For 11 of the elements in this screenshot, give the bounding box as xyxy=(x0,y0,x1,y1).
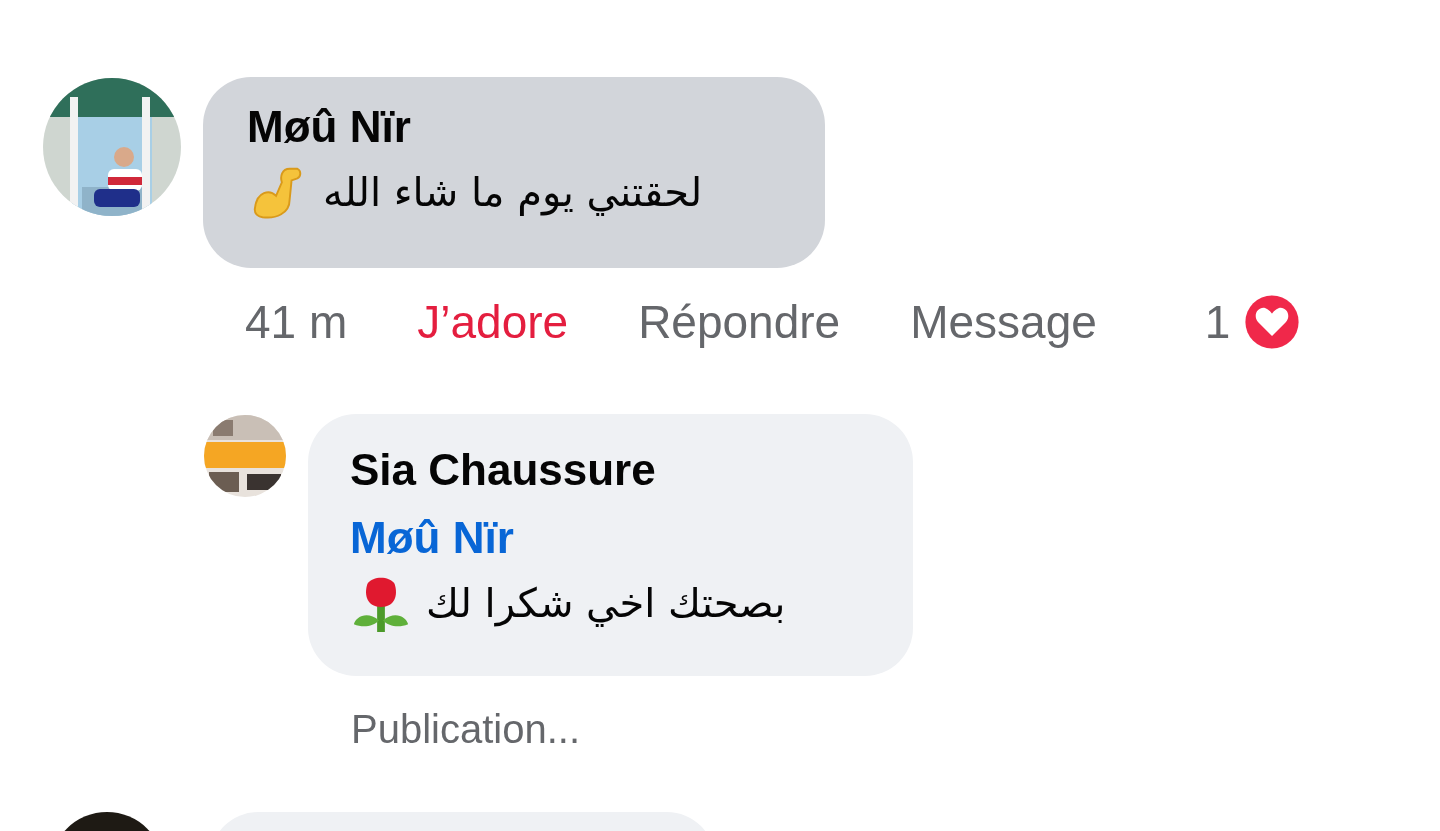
reply-text: بصحتك اخي شكرا لك xyxy=(426,579,786,629)
author-name[interactable]: Sia Chaussure xyxy=(350,442,656,498)
mention-link[interactable]: Møû Nïr xyxy=(350,510,514,566)
posting-status: Publication... xyxy=(351,706,582,753)
message-link[interactable]: Message xyxy=(910,292,1097,352)
love-link[interactable]: J’adore xyxy=(417,292,569,352)
comment-time: 41 m xyxy=(245,295,348,350)
author-name[interactable]: Møû Nïr xyxy=(247,99,411,155)
reply-link[interactable]: Répondre xyxy=(638,292,841,352)
comment-text: لحقتني يوم ما شاء الله xyxy=(323,168,703,218)
reaction-count: 1 xyxy=(1204,295,1231,350)
